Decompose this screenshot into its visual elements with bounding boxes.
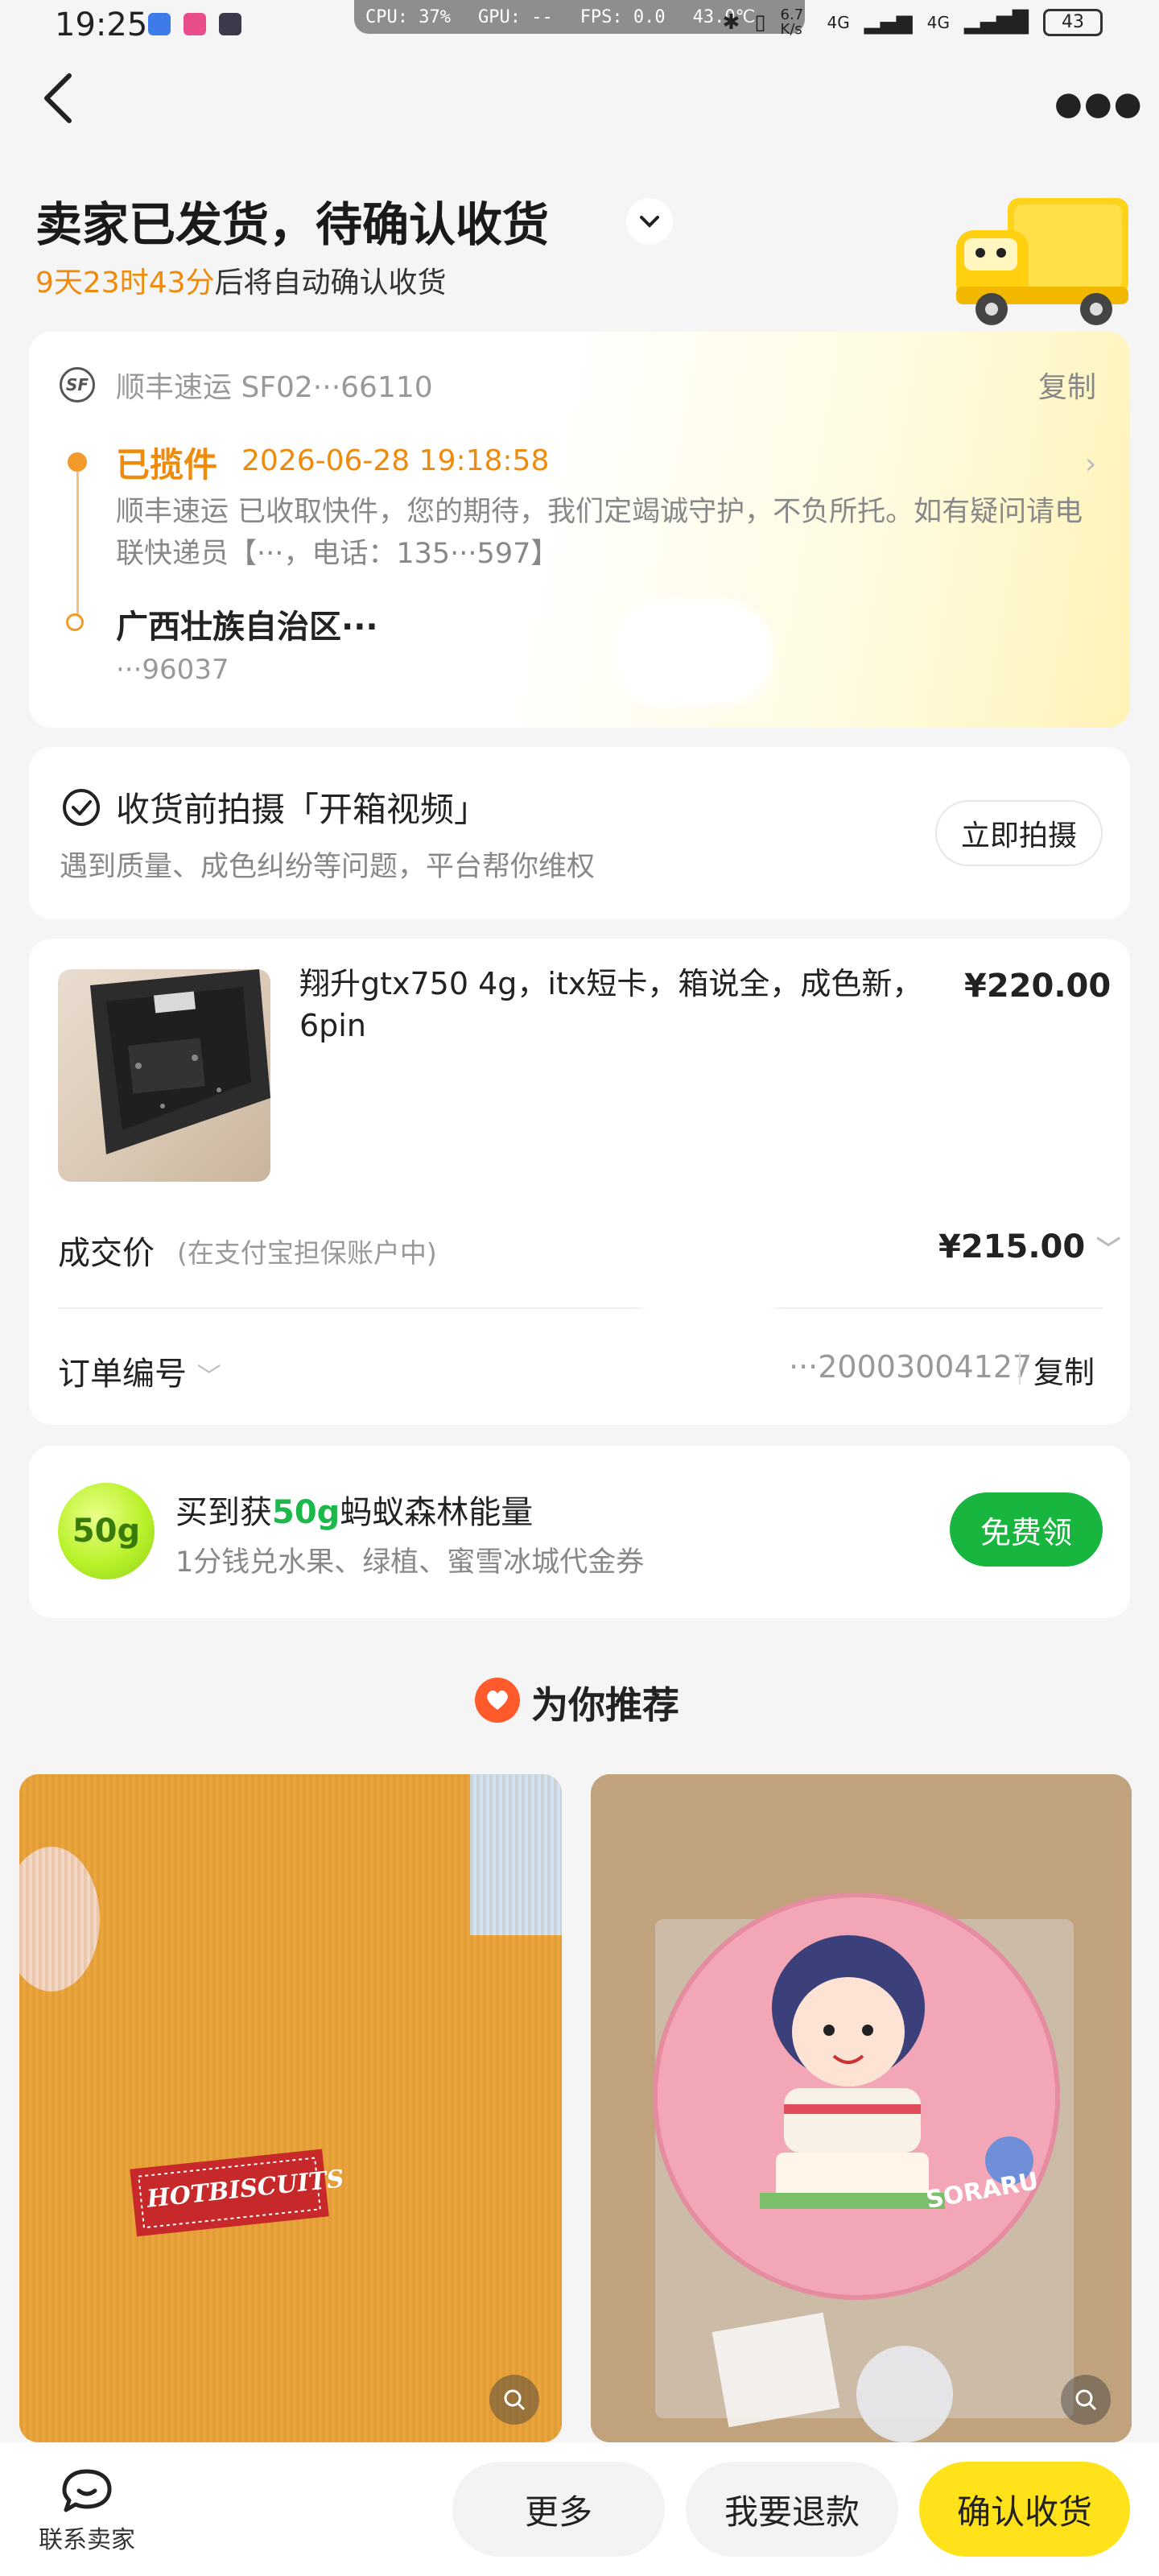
recommend-title: 为你推荐 xyxy=(531,1683,679,1727)
chevron-down-icon: ﹀ xyxy=(1096,1236,1121,1264)
unboxing-subtitle: 遇到质量、成色纠纷等问题，平台帮你维权 xyxy=(60,851,596,883)
vibrate-icon: ▯ xyxy=(754,10,766,35)
logistics-status-time: 2026-06-28 19:18:58 xyxy=(241,444,550,477)
signal-icon: ▂▄▆ xyxy=(864,10,913,35)
chevron-down-icon xyxy=(640,216,659,228)
copy-tracking-button[interactable]: 复制 xyxy=(1038,364,1096,406)
app-notification-icon xyxy=(184,13,206,35)
delivery-truck-icon xyxy=(951,182,1136,335)
signal-4g-label: 4G xyxy=(827,13,850,32)
timeline-dot-active xyxy=(68,452,87,472)
energy-subtitle: 1分钱兑水果、绿植、蜜雪冰城代金券 xyxy=(175,1546,645,1579)
page-title: 卖家已发货，待确认收货 xyxy=(35,197,550,252)
energy-badge: 50g xyxy=(58,1483,155,1579)
chevron-right-icon[interactable]: › xyxy=(1085,448,1096,481)
order-number-label: 订单编号 xyxy=(58,1356,187,1393)
net-speed: 6.7 K/s xyxy=(780,6,804,38)
tracking-number: 顺丰速运 SF02···66110 xyxy=(116,371,433,404)
contact-seller-label[interactable]: 联系卖家 xyxy=(39,2520,135,2555)
more-options-button[interactable]: ●●● xyxy=(1054,85,1144,122)
product-name[interactable]: 翔升gtx750 4g，itx短卡，箱说全，成色新，6pin xyxy=(299,963,927,1046)
delivery-address-sub: ···96037 xyxy=(116,654,229,686)
deal-price-label: 成交价 xyxy=(58,1235,155,1272)
image-search-icon[interactable] xyxy=(489,2375,539,2425)
claim-energy-button[interactable]: 免费领 xyxy=(950,1492,1103,1567)
app-notification-icon xyxy=(219,13,241,35)
app-notification-icon xyxy=(148,13,171,35)
contact-seller-button[interactable] xyxy=(58,2467,116,2515)
privacy-blur xyxy=(628,1288,789,1409)
sweater-image xyxy=(19,1774,562,2442)
logistics-status: 已揽件 xyxy=(116,445,218,485)
status-time: 19:25 xyxy=(55,6,148,43)
title-expand-button[interactable] xyxy=(626,198,673,245)
chevron-down-icon: ﹀ xyxy=(196,1363,221,1391)
battery-icon: 43 xyxy=(1043,9,1103,36)
cpu-readout: CPU: 37% xyxy=(365,6,451,27)
recommend-item[interactable]: SORARU xyxy=(591,1774,1132,2442)
energy-title-prefix: 买到获 xyxy=(175,1494,272,1531)
record-video-button[interactable]: 立即拍摄 xyxy=(935,800,1103,866)
refund-button[interactable]: 我要退款 xyxy=(686,2462,898,2557)
signal-4g-label: 4G xyxy=(926,13,951,32)
energy-amount: 50g xyxy=(272,1494,340,1531)
heart-icon xyxy=(475,1678,520,1723)
deal-price-row[interactable]: ¥215.00 ﹀ xyxy=(938,1228,1120,1265)
gpu-readout: GPU: -- xyxy=(477,6,553,27)
delivery-address: 广西壮族自治区··· xyxy=(116,609,378,646)
privacy-blur xyxy=(612,601,773,705)
product-price: ¥220.00 xyxy=(964,968,1112,1005)
auto-confirm-notice: 9天23时43分后将自动确认收货 xyxy=(35,259,447,301)
bluetooth-icon: ✱ xyxy=(722,10,740,35)
recommend-item[interactable]: HOTBISCUITS xyxy=(19,1774,562,2442)
energy-title: 买到获50g蚂蚁森林能量 xyxy=(175,1486,533,1533)
countdown: 9天23时43分 xyxy=(35,266,215,299)
divider xyxy=(58,1307,1103,1309)
status-icons: ✱ ▯ 6.7 K/s 4G ▂▄▆ 4G ▂▄▆█ 43 xyxy=(722,8,1103,37)
fps-readout: FPS: 0.0 xyxy=(580,6,666,27)
chat-icon xyxy=(62,2469,112,2512)
deal-price-note: (在支付宝担保账户中) xyxy=(177,1237,437,1269)
confirm-receipt-button[interactable]: 确认收货 xyxy=(919,2462,1130,2557)
badge-image xyxy=(591,1774,1132,2442)
timeline-dot-address xyxy=(66,613,84,631)
signal-icon: ▂▄▆█ xyxy=(964,10,1029,35)
separator xyxy=(1019,1352,1021,1385)
more-button[interactable]: 更多 xyxy=(452,2462,665,2557)
unboxing-title: 收货前拍摄「开箱视频」 xyxy=(116,790,489,829)
back-button[interactable] xyxy=(37,69,85,127)
back-arrow-icon xyxy=(44,73,72,123)
order-number-row[interactable]: 订单编号 ﹀ xyxy=(58,1348,221,1394)
status-bar: 19:25 CPU: 37% GPU: -- FPS: 0.0 43.0℃ ✱ … xyxy=(0,0,1159,52)
logistics-status-desc: 顺丰速运 已收取快件，您的期待，我们定竭诚守护，不负所托。如有疑问请电联快递员【… xyxy=(116,496,1083,570)
product-thumbnail[interactable] xyxy=(58,969,270,1182)
image-search-icon[interactable] xyxy=(1061,2375,1111,2425)
timeline-line xyxy=(76,472,79,617)
sf-express-icon: SF xyxy=(60,367,95,402)
copy-order-number-button[interactable]: 复制 xyxy=(1033,1348,1095,1392)
countdown-suffix: 后将自动确认收货 xyxy=(214,266,447,299)
order-number: ···20003004127 xyxy=(789,1349,1033,1385)
shield-check-icon xyxy=(61,787,101,828)
deal-price: ¥215.00 xyxy=(938,1228,1086,1265)
energy-title-suffix: 蚂蚁森林能量 xyxy=(340,1494,534,1531)
